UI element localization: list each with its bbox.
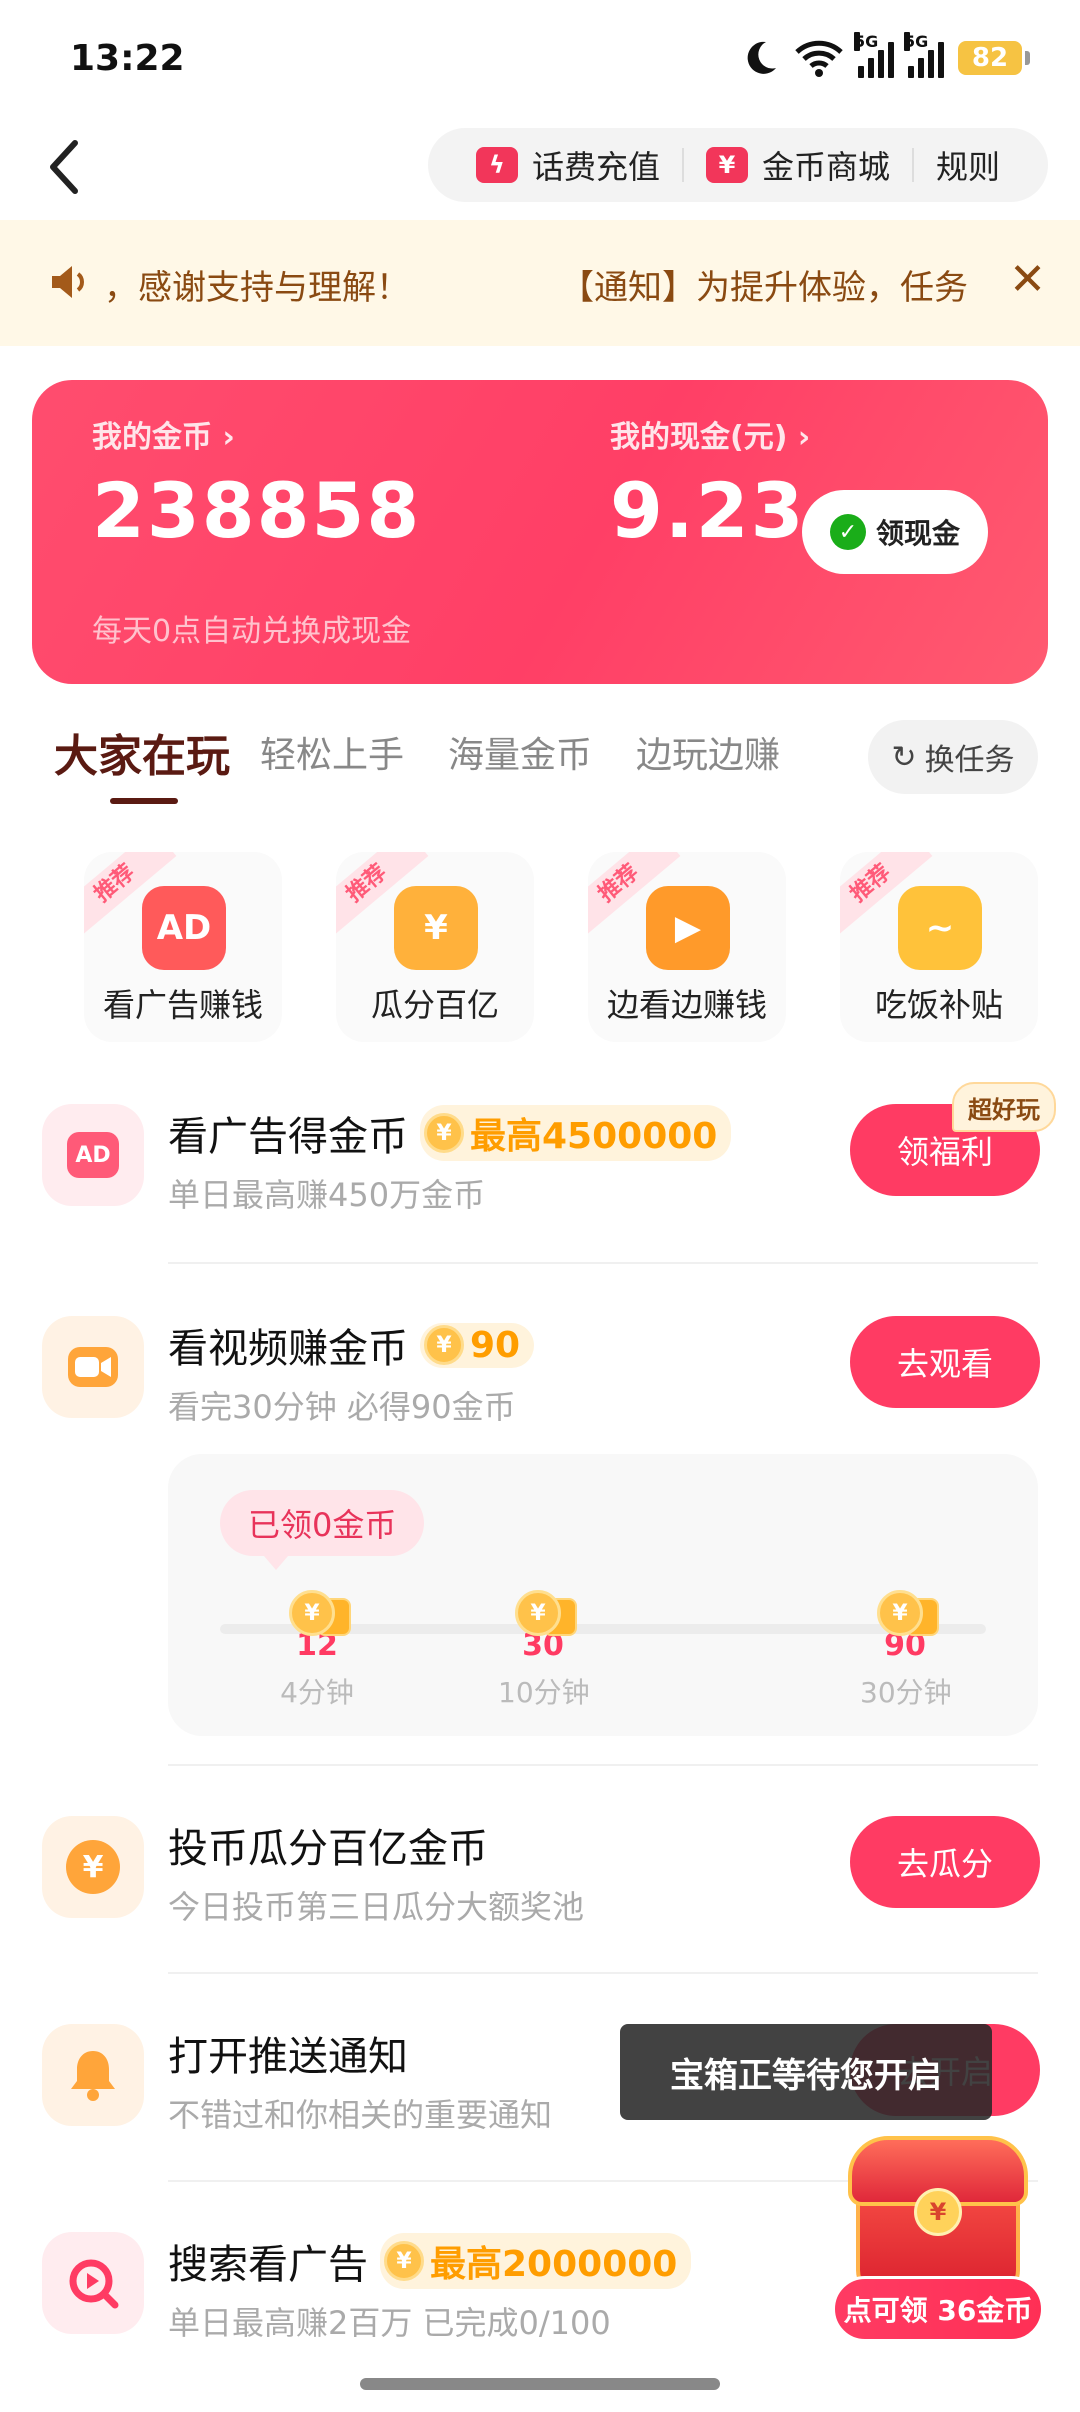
task-subtitle: 看完30分钟 必得90金币 bbox=[168, 1388, 516, 1426]
wechat-icon: ✓ bbox=[829, 514, 866, 550]
quick-item-watch-ads[interactable]: 推荐 AD 看广告赚钱 bbox=[84, 852, 282, 1042]
status-icons: 5G 5G 82 bbox=[740, 32, 1030, 78]
my-cash-link[interactable]: 我的现金(元) › bbox=[610, 412, 810, 456]
coin-stack-icon: ¥ bbox=[513, 1586, 577, 1638]
milestone-30min: ¥ 90 30分钟 bbox=[860, 1586, 952, 1711]
food-bowl-icon: ~ bbox=[898, 886, 982, 970]
swap-tasks-label: 换任务 bbox=[924, 743, 1015, 778]
watch-button[interactable]: 去观看 bbox=[850, 1316, 1040, 1408]
milestone-label: 10分钟 bbox=[498, 1676, 590, 1709]
task-watch-video: 看视频赚金币 ¥90 看完30分钟 必得90金币 去观看 bbox=[42, 1316, 1040, 1446]
search-play-icon bbox=[42, 2232, 144, 2334]
coin-icon: ¥ bbox=[384, 2241, 424, 2281]
quick-item-label: 吃饭补贴 bbox=[874, 986, 1003, 1024]
coin-mall-link[interactable]: ¥ 金币商城 bbox=[684, 142, 912, 188]
task-subtitle: 今日投币第三日瓜分大额奖池 bbox=[168, 1888, 585, 1926]
coin-mall-label: 金币商城 bbox=[761, 148, 890, 186]
chest-toast: 宝箱正等待您开启 bbox=[620, 2024, 992, 2120]
active-tab-indicator bbox=[110, 798, 178, 804]
coin-badge: ¥90 bbox=[420, 1322, 535, 1368]
hot-tag-badge: 超好玩 bbox=[952, 1082, 1056, 1132]
quick-item-label: 瓜分百亿 bbox=[370, 986, 499, 1024]
header-links: ϟ 话费充值 ¥ 金币商城 规则 bbox=[427, 128, 1048, 202]
my-coins-link[interactable]: 我的金币 › bbox=[92, 412, 235, 456]
milestone-10min: ¥ 30 10分钟 bbox=[498, 1586, 590, 1711]
chest-reward-tag: 点可领 36金币 bbox=[832, 2276, 1044, 2342]
chevron-left-icon bbox=[50, 140, 78, 194]
quick-item-label: 边看边赚钱 bbox=[606, 986, 767, 1024]
task-title: 打开推送通知 bbox=[168, 2034, 408, 2080]
video-camera-icon bbox=[75, 1357, 111, 1377]
video-camera-icon: ▶ bbox=[646, 886, 730, 970]
video-progress-panel: 已领0金币 ¥ 12 4分钟 ¥ 30 10分钟 ¥ 90 30分钟 bbox=[168, 1454, 1038, 1736]
task-title: 看广告得金币 ¥ 最高4500000 bbox=[168, 1104, 732, 1162]
notice-text-scrolling: 【通知】为提升体验，任务 bbox=[560, 268, 968, 308]
lightning-icon: ϟ bbox=[475, 147, 518, 183]
tab-massive-coins[interactable]: 海量金币 bbox=[448, 726, 592, 778]
coin-hand-icon: ¥ bbox=[394, 886, 478, 970]
rules-label: 规则 bbox=[935, 148, 1000, 186]
coin-stack-icon: ¥ bbox=[287, 1586, 351, 1638]
cash-value: 9.23 bbox=[610, 466, 806, 555]
battery-indicator: 82 bbox=[958, 41, 1030, 75]
swap-tasks-button[interactable]: ↻ 换任务 bbox=[868, 720, 1038, 794]
status-time: 13:22 bbox=[70, 38, 185, 79]
cell-signal-icon-2: 5G bbox=[904, 32, 944, 78]
balance-card: 我的金币 › 238858 每天0点自动兑换成现金 我的现金(元) › 9.23… bbox=[32, 380, 1048, 684]
task-watch-ads: AD 看广告得金币 ¥ 最高4500000 单日最高赚450万金币 领福利 bbox=[42, 1104, 1040, 1234]
coin-icon: ¥ bbox=[424, 1113, 464, 1153]
ad-icon: AD bbox=[42, 1104, 144, 1206]
tab-easy-start[interactable]: 轻松上手 bbox=[260, 726, 404, 778]
coin-icon: ¥ bbox=[424, 1325, 464, 1365]
coins-subtext: 每天0点自动兑换成现金 bbox=[92, 614, 412, 649]
refresh-icon: ↻ bbox=[891, 739, 917, 775]
close-icon[interactable]: ✕ bbox=[1009, 254, 1046, 305]
quick-item-watch-and-earn[interactable]: 推荐 ▶ 边看边赚钱 bbox=[588, 852, 786, 1042]
notice-bar: ，感谢支持与理解！ 【通知】为提升体验，任务 ✕ bbox=[0, 220, 1080, 346]
quick-item-meal-subsidy[interactable]: 推荐 ~ 吃饭补贴 bbox=[840, 852, 1038, 1042]
header: ϟ 话费充值 ¥ 金币商城 规则 bbox=[0, 120, 1080, 220]
claim-cash-label: 领现金 bbox=[875, 517, 960, 550]
wifi-icon bbox=[795, 40, 843, 77]
milestone-label: 30分钟 bbox=[860, 1676, 952, 1709]
milestone-label: 4分钟 bbox=[280, 1676, 354, 1709]
milestone-4min: ¥ 12 4分钟 bbox=[272, 1586, 362, 1711]
task-title: 投币瓜分百亿金币 bbox=[168, 1826, 488, 1872]
chest-lock-icon: ¥ bbox=[914, 2188, 962, 2236]
task-title: 搜索看广告 ¥ 最高2000000 bbox=[168, 2232, 692, 2290]
status-bar: 13:22 5G 5G 82 bbox=[0, 0, 1080, 120]
task-coin-pool: ¥ 投币瓜分百亿金币 今日投币第三日瓜分大额奖池 去瓜分 bbox=[42, 1816, 1040, 1946]
notice-text: ，感谢支持与理解！ bbox=[104, 268, 410, 308]
tv-ad-icon: AD bbox=[142, 886, 226, 970]
bell-icon bbox=[42, 2024, 144, 2126]
coin-stack-icon: ¥ bbox=[875, 1586, 939, 1638]
moon-icon bbox=[747, 41, 776, 74]
task-tabs: 大家在玩 轻松上手 海量金币 边玩边赚 ↻ 换任务 bbox=[0, 712, 1080, 812]
task-subtitle: 单日最高赚2百万 已完成0/100 bbox=[168, 2304, 611, 2342]
home-indicator[interactable] bbox=[360, 2378, 720, 2390]
task-subtitle: 不错过和你相关的重要通知 bbox=[168, 2096, 553, 2134]
claim-cash-button[interactable]: ✓ 领现金 bbox=[802, 490, 988, 574]
back-button[interactable] bbox=[30, 132, 100, 202]
speaker-icon bbox=[52, 266, 84, 298]
rules-link[interactable]: 规则 bbox=[914, 142, 1022, 188]
video-icon bbox=[42, 1316, 144, 1418]
task-title: 看视频赚金币 ¥90 bbox=[168, 1316, 535, 1374]
quick-item-label: 看广告赚钱 bbox=[102, 986, 263, 1024]
tab-everyone-playing[interactable]: 大家在玩 bbox=[54, 720, 230, 784]
coin-badge: ¥ 最高4500000 bbox=[420, 1105, 732, 1161]
split-pool-button[interactable]: 去瓜分 bbox=[850, 1816, 1040, 1908]
tab-play-and-earn[interactable]: 边玩边赚 bbox=[636, 726, 780, 778]
yuan-coin-icon: ¥ bbox=[42, 1816, 144, 1918]
treasure-chest-button[interactable]: ¥ 点可领 36金币 bbox=[832, 2126, 1044, 2346]
claimed-bubble: 已领0金币 bbox=[220, 1490, 425, 1570]
recharge-link[interactable]: ϟ 话费充值 bbox=[454, 142, 682, 188]
cell-signal-icon: 5G bbox=[854, 32, 894, 78]
recharge-label: 话费充值 bbox=[531, 148, 660, 186]
ticket-icon: ¥ bbox=[705, 147, 748, 183]
quick-item-split-billions[interactable]: 推荐 ¥ 瓜分百亿 bbox=[336, 852, 534, 1042]
coins-value: 238858 bbox=[92, 466, 422, 555]
coin-badge: ¥ 最高2000000 bbox=[380, 2233, 692, 2289]
task-subtitle: 单日最高赚450万金币 bbox=[168, 1176, 486, 1214]
